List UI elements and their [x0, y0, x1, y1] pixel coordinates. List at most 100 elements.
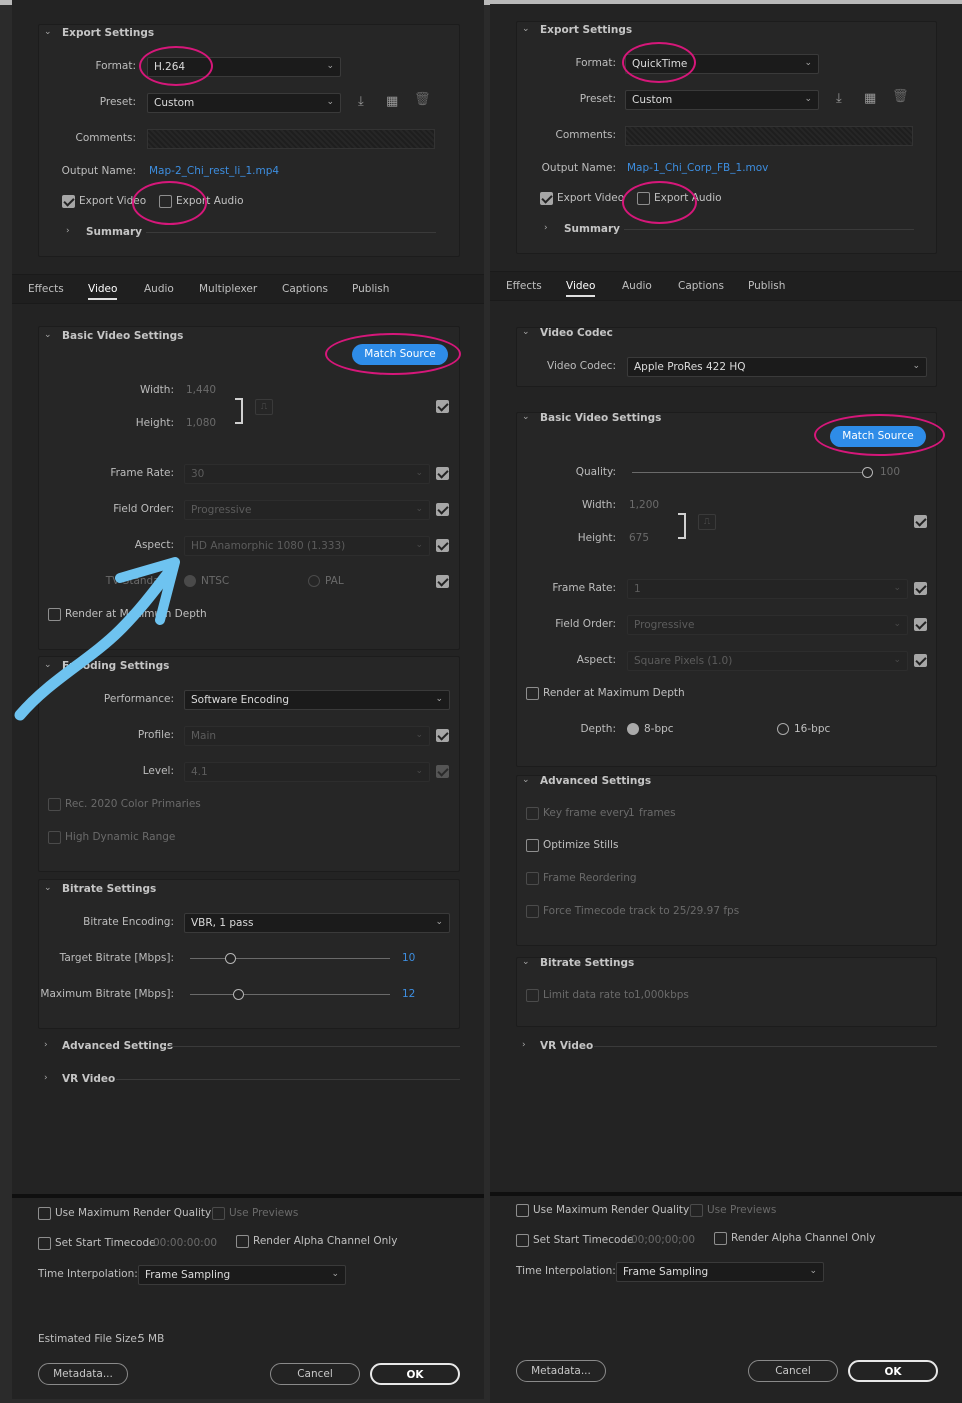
metadata-button[interactable]: Metadata...	[516, 1360, 606, 1382]
level-match-checkbox[interactable]	[436, 765, 449, 778]
chevron-right-icon[interactable]: ›	[44, 1040, 48, 1050]
aspect-dropdown[interactable]: Square Pixels (1.0) ⌄	[627, 651, 908, 671]
render-max-depth-checkbox[interactable]	[526, 687, 539, 700]
field-order-dropdown[interactable]: Progressive ⌄	[184, 500, 430, 520]
target-bitrate-value[interactable]: 10	[402, 952, 415, 964]
use-previews-checkbox[interactable]	[212, 1207, 225, 1220]
output-name-link[interactable]: Map-1_Chi_Corp_FB_1.mov	[627, 162, 768, 174]
save-preset-icon[interactable]: ▦	[386, 94, 398, 109]
start-timecode-value[interactable]: 00:00:00:00	[153, 1237, 217, 1249]
metadata-button[interactable]: Metadata...	[38, 1363, 128, 1385]
chevron-down-icon[interactable]: ⌄	[522, 957, 530, 967]
rec2020-checkbox[interactable]	[48, 798, 61, 811]
chain-link-icon[interactable]: ⎍	[255, 399, 273, 415]
comments-field[interactable]	[147, 129, 435, 149]
tab-effects[interactable]: Effects	[506, 280, 542, 292]
tab-video[interactable]: Video	[88, 283, 118, 300]
chain-link-icon[interactable]: ⎍	[698, 514, 716, 530]
frame-rate-dropdown[interactable]: 30 ⌄	[184, 464, 430, 484]
keyframe-value[interactable]: 1	[628, 807, 635, 819]
aspect-match-checkbox[interactable]	[914, 654, 927, 667]
pal-radio[interactable]	[308, 575, 320, 587]
width-height-match-checkbox[interactable]	[436, 400, 449, 413]
vr-video-toggle[interactable]: VR Video	[540, 1040, 593, 1052]
ok-button[interactable]: OK	[848, 1360, 938, 1382]
chevron-down-icon[interactable]: ⌄	[522, 412, 530, 422]
set-start-timecode-checkbox[interactable]	[516, 1234, 529, 1247]
time-interp-dropdown[interactable]: Frame Sampling ⌄	[616, 1262, 824, 1282]
keyframe-checkbox[interactable]	[526, 807, 539, 820]
depth-16bpc-radio[interactable]	[777, 723, 789, 735]
max-bitrate-slider-track[interactable]	[190, 994, 390, 995]
chevron-down-icon[interactable]: ⌄	[44, 27, 52, 37]
export-video-checkbox[interactable]	[540, 192, 553, 205]
import-preset-icon[interactable]: ⤓	[836, 91, 842, 106]
chevron-right-icon[interactable]: ›	[44, 1073, 48, 1083]
hdr-checkbox[interactable]	[48, 831, 61, 844]
optimize-stills-checkbox[interactable]	[526, 839, 539, 852]
aspect-match-checkbox[interactable]	[436, 539, 449, 552]
force-timecode-checkbox[interactable]	[526, 905, 539, 918]
summary-toggle[interactable]: Summary	[564, 223, 620, 235]
bitrate-encoding-dropdown[interactable]: VBR, 1 pass ⌄	[184, 913, 450, 933]
chevron-right-icon[interactable]: ›	[66, 226, 70, 236]
quality-slider-track[interactable]	[632, 472, 867, 473]
chevron-down-icon[interactable]: ⌄	[522, 24, 530, 34]
video-codec-dropdown[interactable]: Apple ProRes 422 HQ ⌄	[627, 357, 927, 377]
preset-dropdown[interactable]: Custom ⌄	[147, 93, 341, 113]
tab-captions[interactable]: Captions	[282, 283, 328, 295]
export-video-checkbox[interactable]	[62, 195, 75, 208]
chevron-right-icon[interactable]: ›	[522, 1040, 526, 1050]
comments-field[interactable]	[625, 126, 913, 146]
tv-standard-match-checkbox[interactable]	[436, 575, 449, 588]
vr-video-toggle[interactable]: VR Video	[62, 1073, 115, 1085]
frame-rate-match-checkbox[interactable]	[436, 467, 449, 480]
performance-dropdown[interactable]: Software Encoding ⌄	[184, 690, 450, 710]
use-previews-checkbox[interactable]	[690, 1204, 703, 1217]
delete-preset-icon[interactable]: 🗑	[892, 89, 909, 104]
aspect-dropdown[interactable]: HD Anamorphic 1080 (1.333) ⌄	[184, 536, 430, 556]
field-order-match-checkbox[interactable]	[436, 503, 449, 516]
render-alpha-checkbox[interactable]	[236, 1235, 249, 1248]
field-order-match-checkbox[interactable]	[914, 618, 927, 631]
ok-button[interactable]: OK	[370, 1363, 460, 1385]
chevron-down-icon[interactable]: ⌄	[522, 775, 530, 785]
tab-multiplexer[interactable]: Multiplexer	[199, 283, 257, 295]
target-bitrate-slider-track[interactable]	[190, 958, 390, 959]
quality-value[interactable]: 100	[880, 466, 900, 478]
output-name-link[interactable]: Map-2_Chi_rest_li_1.mp4	[149, 165, 279, 177]
frame-reordering-checkbox[interactable]	[526, 872, 539, 885]
width-height-match-checkbox[interactable]	[914, 515, 927, 528]
delete-preset-icon[interactable]: 🗑	[414, 92, 431, 107]
use-max-render-checkbox[interactable]	[38, 1207, 51, 1220]
cancel-button[interactable]: Cancel	[748, 1360, 838, 1382]
tab-audio[interactable]: Audio	[144, 283, 174, 295]
chevron-down-icon[interactable]: ⌄	[44, 330, 52, 340]
summary-toggle[interactable]: Summary	[86, 226, 142, 238]
frame-rate-dropdown[interactable]: 1 ⌄	[627, 579, 908, 599]
profile-dropdown[interactable]: Main ⌄	[184, 726, 430, 746]
tab-publish[interactable]: Publish	[352, 283, 389, 295]
tab-captions[interactable]: Captions	[678, 280, 724, 292]
use-max-render-checkbox[interactable]	[516, 1204, 529, 1217]
preset-dropdown[interactable]: Custom ⌄	[625, 90, 819, 110]
max-bitrate-value[interactable]: 12	[402, 988, 415, 1000]
set-start-timecode-checkbox[interactable]	[38, 1237, 51, 1250]
tab-publish[interactable]: Publish	[748, 280, 785, 292]
time-interp-dropdown[interactable]: Frame Sampling ⌄	[138, 1265, 346, 1285]
cancel-button[interactable]: Cancel	[270, 1363, 360, 1385]
chevron-right-icon[interactable]: ›	[544, 223, 548, 233]
chevron-down-icon[interactable]: ⌄	[44, 883, 52, 893]
tab-video[interactable]: Video	[566, 280, 596, 297]
frame-rate-match-checkbox[interactable]	[914, 582, 927, 595]
limit-data-rate-value[interactable]: 1,000	[634, 989, 664, 1001]
field-order-dropdown[interactable]: Progressive ⌄	[627, 615, 908, 635]
render-alpha-checkbox[interactable]	[714, 1232, 727, 1245]
limit-data-rate-checkbox[interactable]	[526, 989, 539, 1002]
tab-effects[interactable]: Effects	[28, 283, 64, 295]
tab-audio[interactable]: Audio	[622, 280, 652, 292]
start-timecode-value[interactable]: 00;00;00;00	[631, 1234, 695, 1246]
save-preset-icon[interactable]: ▦	[864, 91, 876, 106]
advanced-settings-toggle[interactable]: Advanced Settings	[62, 1040, 173, 1052]
quality-slider-knob[interactable]	[862, 467, 873, 478]
